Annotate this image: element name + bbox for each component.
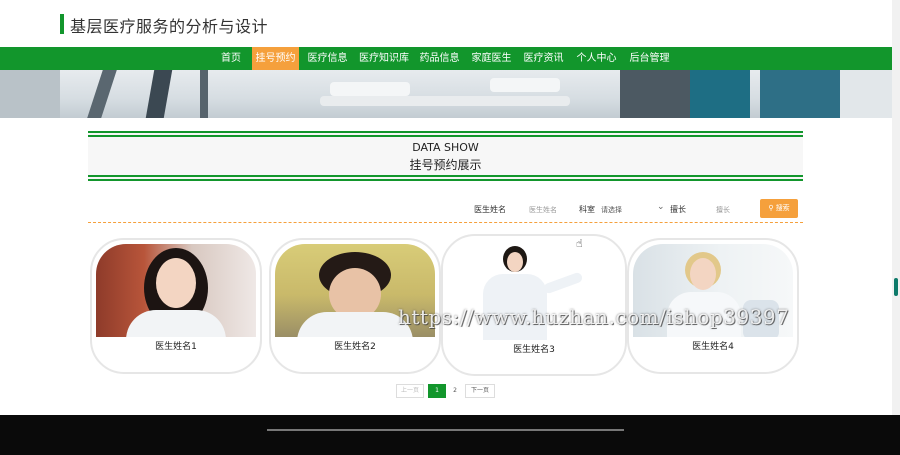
nav-item-medical-info[interactable]: 医疗信息: [304, 47, 351, 70]
department-select[interactable]: 请选择: [601, 205, 622, 215]
nav-item-admin[interactable]: 后台管理: [626, 47, 673, 70]
search-bar: 医生姓名 医生姓名 科室 请选择 ⌄ 擅长 擅长 ⚲ 搜索: [88, 196, 803, 222]
scrollbar[interactable]: [892, 0, 900, 415]
specialty-input[interactable]: 擅长: [716, 205, 730, 215]
watermark: https://www.huzhan.com/ishop39397: [398, 305, 790, 329]
section-bottom-line-inner: [88, 175, 803, 177]
site-title: 基层医疗服务的分析与设计: [70, 17, 269, 36]
doctor-name: 医生姓名2: [334, 342, 376, 352]
nav-item-medical-news[interactable]: 医疗资讯: [520, 47, 567, 70]
page-button[interactable]: 1: [428, 384, 446, 398]
doctor-card[interactable]: 医生姓名1: [90, 238, 262, 374]
nav-item-home[interactable]: 首页: [216, 47, 246, 70]
page: 基层医疗服务的分析与设计 首页 挂号预约 医疗信息 医疗知识库 药品信息 家庭医…: [0, 0, 900, 455]
main-nav: 首页 挂号预约 医疗信息 医疗知识库 药品信息 家庭医生 医疗资讯 个人中心 后…: [0, 47, 892, 70]
nav-item-personal-center[interactable]: 个人中心: [573, 47, 620, 70]
nav-item-drug-info[interactable]: 药品信息: [416, 47, 463, 70]
header-bar: 基层医疗服务的分析与设计: [0, 0, 892, 47]
department-label: 科室: [579, 205, 595, 214]
scrollbar-thumb[interactable]: [894, 278, 898, 296]
pointer-cursor-icon: ☝: [576, 237, 583, 250]
banner-image: [0, 70, 892, 118]
doctor-name: 医生姓名3: [513, 345, 555, 355]
footer-divider: [267, 429, 624, 431]
specialty-label: 擅长: [670, 205, 686, 214]
prev-page-button[interactable]: 上一页: [396, 384, 424, 398]
search-button-label: 搜索: [775, 204, 790, 212]
search-divider: [88, 222, 803, 223]
search-button[interactable]: ⚲ 搜索: [760, 199, 798, 218]
nav-item-appointment[interactable]: 挂号预约: [252, 47, 299, 70]
doctor-name-label: 医生姓名: [474, 205, 506, 214]
nav-item-knowledge-base[interactable]: 医疗知识库: [356, 47, 412, 70]
search-icon: ⚲: [768, 204, 774, 212]
doctor-name: 医生姓名1: [155, 342, 197, 352]
doctor-photo: [96, 244, 256, 337]
section-top-line: [88, 131, 803, 133]
section-top-line-inner: [88, 135, 803, 137]
title-accent-bar: [60, 14, 64, 34]
next-page-button[interactable]: 下一页: [465, 384, 495, 398]
section-title-en: DATA SHOW: [412, 141, 479, 154]
doctor-name-input[interactable]: 医生姓名: [529, 205, 557, 215]
section-header: DATA SHOW 挂号预约展示: [88, 131, 803, 181]
nav-item-family-doctor[interactable]: 家庭医生: [468, 47, 515, 70]
doctor-name: 医生姓名4: [692, 342, 734, 352]
section-bottom-line: [88, 179, 803, 181]
page-button[interactable]: 2: [448, 384, 462, 398]
footer: [0, 415, 900, 455]
section-title-cn: 挂号预约展示: [409, 158, 482, 172]
chevron-down-icon[interactable]: ⌄: [657, 202, 665, 212]
